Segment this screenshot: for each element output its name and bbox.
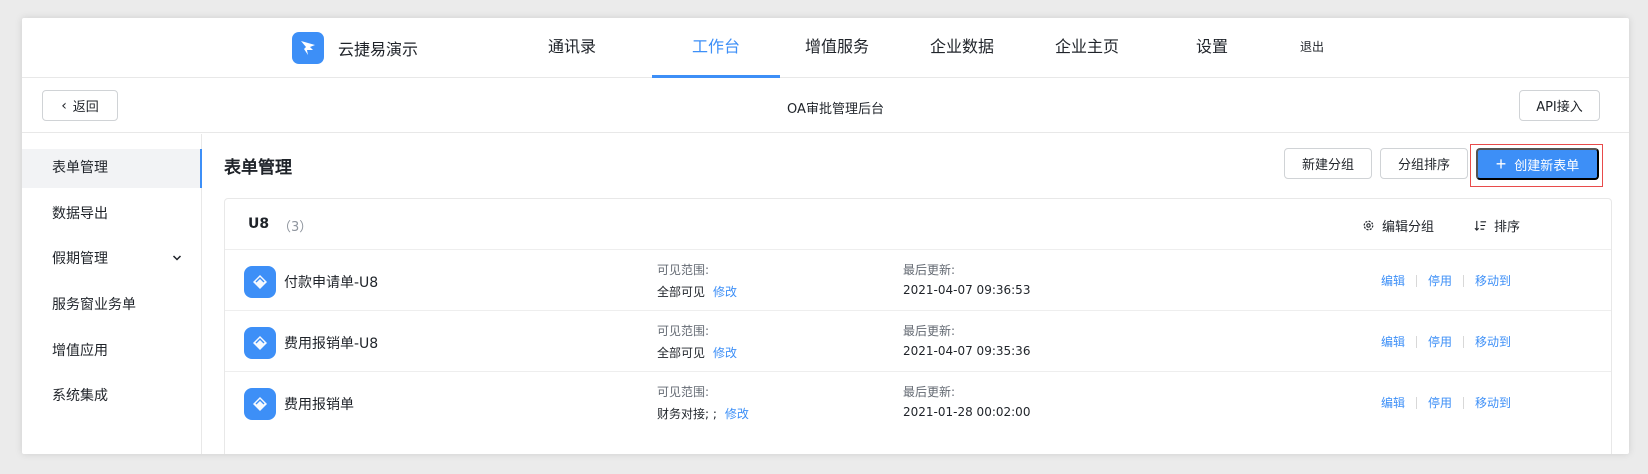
row-actions: 编辑 停用 移动到 (1381, 272, 1511, 289)
nav-item-value-added[interactable]: 增值服务 (787, 18, 887, 78)
sort-groups-button[interactable]: 分组排序 (1380, 148, 1468, 179)
visibility-value: 全部可见 修改 (657, 285, 738, 299)
form-name[interactable]: 费用报销单 (284, 394, 354, 414)
sidebar-item-value-added-apps[interactable]: 增值应用 (22, 332, 202, 371)
create-form-button[interactable]: + 创建新表单 (1476, 148, 1599, 180)
updated-value: 2021-04-07 09:35:36 (903, 344, 1031, 358)
visibility-edit-link[interactable]: 修改 (713, 346, 737, 360)
group-header: U8 （3） 编辑分组 排序 (225, 199, 1611, 250)
top-nav: 云捷易演示 通讯录 工作台 增值服务 企业数据 企业主页 设置 退出 (22, 18, 1629, 78)
move-to-link[interactable]: 移动到 (1475, 333, 1511, 350)
updated-label: 最后更新: (903, 385, 956, 399)
nav-item-contacts[interactable]: 通讯录 (522, 18, 622, 78)
dingtalk-logo-icon (292, 32, 324, 64)
table-row[interactable]: 费用报销单-U8 可见范围: 全部可见 修改 最后更新: 2021-04-07 0… (225, 311, 1611, 372)
nav-item-enterprise-data[interactable]: 企业数据 (912, 18, 1012, 78)
visibility-edit-link[interactable]: 修改 (725, 407, 749, 421)
app-window: 云捷易演示 通讯录 工作台 增值服务 企业数据 企业主页 设置 退出 ‹ 返回 … (22, 18, 1629, 454)
visibility-value: 全部可见 修改 (657, 346, 738, 360)
sidebar-item-label: 假期管理 (52, 251, 108, 267)
sidebar-item-service-window[interactable]: 服务窗业务单 (22, 286, 202, 325)
sidebar-item-form-management[interactable]: 表单管理 (22, 149, 202, 188)
edit-link[interactable]: 编辑 (1381, 333, 1405, 350)
sidebar-item-leave-management[interactable]: 假期管理 (22, 240, 202, 279)
updated-label: 最后更新: (903, 324, 956, 338)
visibility-label: 可见范围: (657, 263, 710, 277)
visibility-label: 可见范围: (657, 324, 710, 338)
form-icon (244, 266, 276, 298)
sidebar-item-data-export[interactable]: 数据导出 (22, 195, 202, 234)
table-row[interactable]: 付款申请单-U8 可见范围: 全部可见 修改 最后更新: 2021-04-07 0… (225, 250, 1611, 311)
edit-link[interactable]: 编辑 (1381, 394, 1405, 411)
edit-group-label: 编辑分组 (1382, 220, 1435, 235)
brand-name: 云捷易演示 (338, 40, 419, 59)
group-count: （3） (278, 220, 313, 235)
nav-item-enterprise-home[interactable]: 企业主页 (1037, 18, 1137, 78)
page-title: OA审批管理后台 (787, 102, 884, 117)
sidebar: 表单管理 数据导出 假期管理 服务窗业务单 增值应用 系统集成 (22, 134, 202, 454)
form-group-card: U8 （3） 编辑分组 排序 付款申请单-U8 可见范围: 全部可见 修改 最后… (224, 198, 1612, 454)
edit-group-button[interactable]: 编辑分组 (1362, 216, 1434, 235)
sort-icon (1474, 220, 1487, 231)
form-icon (244, 327, 276, 359)
disable-link[interactable]: 停用 (1428, 272, 1452, 289)
gear-icon (1363, 220, 1374, 231)
plus-icon: + (1495, 154, 1507, 174)
visibility-label: 可见范围: (657, 385, 710, 399)
nav-item-logout[interactable]: 退出 (1277, 18, 1347, 78)
updated-value: 2021-04-07 09:36:53 (903, 283, 1031, 297)
move-to-link[interactable]: 移动到 (1475, 272, 1511, 289)
nav-item-workbench[interactable]: 工作台 (652, 18, 780, 78)
table-row[interactable]: 费用报销单 可见范围: 财务对接; ; 修改 最后更新: 2021-01-28 0… (225, 372, 1611, 433)
sort-label: 排序 (1494, 220, 1521, 235)
form-name[interactable]: 费用报销单-U8 (284, 333, 378, 353)
group-name: U8 (248, 216, 270, 232)
sub-header: ‹ 返回 OA审批管理后台 API接入 (22, 78, 1629, 133)
visibility-edit-link[interactable]: 修改 (713, 285, 737, 299)
nav-item-settings[interactable]: 设置 (1172, 18, 1252, 78)
visibility-value: 财务对接; ; 修改 (657, 407, 749, 421)
sidebar-item-system-integration[interactable]: 系统集成 (22, 377, 202, 416)
chevron-down-icon (172, 240, 182, 279)
brand[interactable]: 云捷易演示 (292, 32, 418, 64)
disable-link[interactable]: 停用 (1428, 394, 1452, 411)
api-access-button[interactable]: API接入 (1519, 90, 1600, 121)
disable-link[interactable]: 停用 (1428, 333, 1452, 350)
form-name[interactable]: 付款申请单-U8 (284, 272, 378, 292)
updated-value: 2021-01-28 00:02:00 (903, 405, 1031, 419)
sort-button[interactable]: 排序 (1474, 216, 1520, 235)
section-title: 表单管理 (224, 158, 292, 178)
edit-link[interactable]: 编辑 (1381, 272, 1405, 289)
updated-label: 最后更新: (903, 263, 956, 277)
create-form-label: 创建新表单 (1514, 157, 1580, 173)
form-icon (244, 388, 276, 420)
move-to-link[interactable]: 移动到 (1475, 394, 1511, 411)
new-group-button[interactable]: 新建分组 (1284, 148, 1372, 179)
row-actions: 编辑 停用 移动到 (1381, 333, 1511, 350)
row-actions: 编辑 停用 移动到 (1381, 394, 1511, 411)
